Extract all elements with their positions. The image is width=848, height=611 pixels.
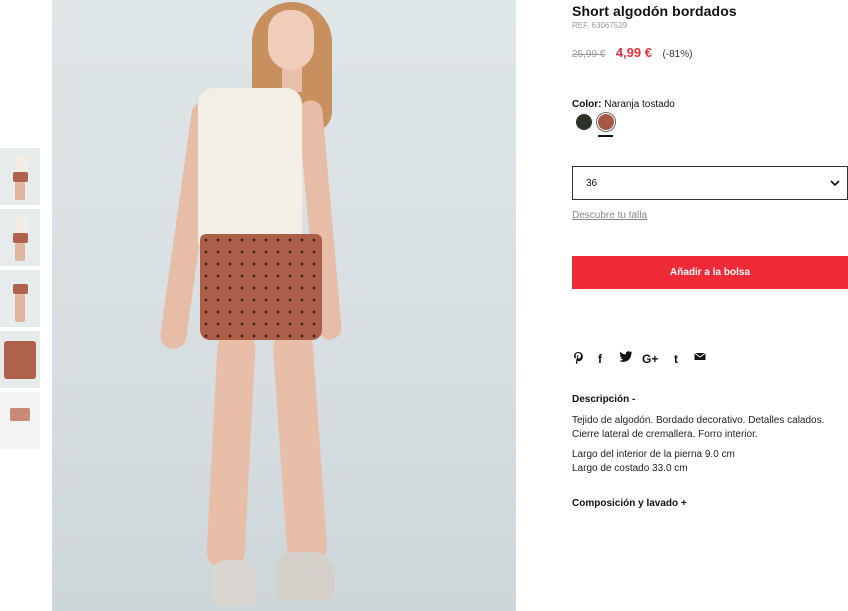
thumbnail-figure bbox=[15, 156, 27, 172]
share-icons: f G+ t bbox=[572, 351, 712, 367]
color-selected-name: Naranja tostado bbox=[604, 99, 675, 110]
size-selected-value: 36 bbox=[586, 178, 598, 189]
thumbnail-figure bbox=[13, 284, 28, 294]
description-line: Cierre lateral de cremallera. Forro inte… bbox=[572, 429, 758, 440]
model-shoe-right bbox=[276, 552, 334, 600]
email-icon[interactable] bbox=[694, 351, 706, 361]
size-select[interactable]: 36 bbox=[572, 166, 848, 200]
color-swatch-dark-green[interactable] bbox=[576, 114, 592, 130]
selected-swatch-indicator bbox=[598, 135, 613, 137]
thumbnail-3[interactable] bbox=[0, 270, 40, 327]
description-line: Tejido de algodón. Bordado decorativo. D… bbox=[572, 415, 825, 426]
google-plus-icon[interactable]: G+ bbox=[642, 351, 658, 367]
thumbnail-1[interactable] bbox=[0, 148, 40, 205]
sale-price: 4,99 € bbox=[615, 45, 652, 60]
measurement-line: Largo de costado 33.0 cm bbox=[572, 463, 688, 474]
thumbnail-strip bbox=[0, 148, 40, 453]
price-row: 25,99 € 4,99 € (-81%) bbox=[572, 44, 692, 62]
color-swatch-burnt-orange[interactable] bbox=[598, 114, 614, 130]
model-shorts bbox=[200, 234, 322, 340]
thumbnail-figure bbox=[13, 233, 28, 243]
model-shoe-left bbox=[212, 560, 256, 606]
thumbnail-figure bbox=[15, 217, 27, 233]
description-title[interactable]: Descripción - bbox=[572, 394, 635, 405]
model-leg-right bbox=[271, 328, 329, 567]
add-to-bag-button[interactable]: Añadir a la bolsa bbox=[572, 256, 848, 289]
chevron-down-icon bbox=[830, 180, 840, 187]
color-swatches bbox=[572, 114, 632, 140]
model-leg-left bbox=[205, 329, 257, 571]
model-face bbox=[268, 10, 314, 70]
model-top bbox=[198, 88, 302, 246]
thumbnail-4[interactable] bbox=[0, 331, 40, 388]
tumblr-icon[interactable]: t bbox=[674, 351, 678, 367]
color-label-row: Color: Naranja tostado bbox=[572, 99, 675, 110]
thumbnail-figure bbox=[4, 341, 36, 379]
product-ref: REF. 63067529 bbox=[572, 21, 628, 30]
thumbnail-figure bbox=[13, 172, 28, 182]
color-label: Color: bbox=[572, 99, 602, 110]
pinterest-icon[interactable] bbox=[573, 351, 584, 365]
thumbnail-figure bbox=[10, 408, 30, 421]
thumbnail-5[interactable] bbox=[0, 392, 40, 449]
discount-badge: (-81%) bbox=[662, 49, 693, 60]
product-title: Short algodón bordados bbox=[572, 3, 737, 19]
thumbnail-figure bbox=[15, 294, 25, 322]
twitter-icon[interactable] bbox=[619, 351, 633, 363]
facebook-icon[interactable]: f bbox=[598, 351, 602, 367]
product-main-image[interactable] bbox=[52, 0, 516, 611]
composition-toggle[interactable]: Composición y lavado + bbox=[572, 498, 687, 509]
thumbnail-figure bbox=[15, 182, 25, 200]
thumbnail-figure bbox=[15, 243, 25, 261]
old-price: 25,99 € bbox=[572, 49, 606, 60]
size-guide-link[interactable]: Descubre tu talla bbox=[572, 210, 647, 221]
measurement-line: Largo del interior de la pierna 9.0 cm bbox=[572, 449, 735, 460]
thumbnail-2[interactable] bbox=[0, 209, 40, 266]
